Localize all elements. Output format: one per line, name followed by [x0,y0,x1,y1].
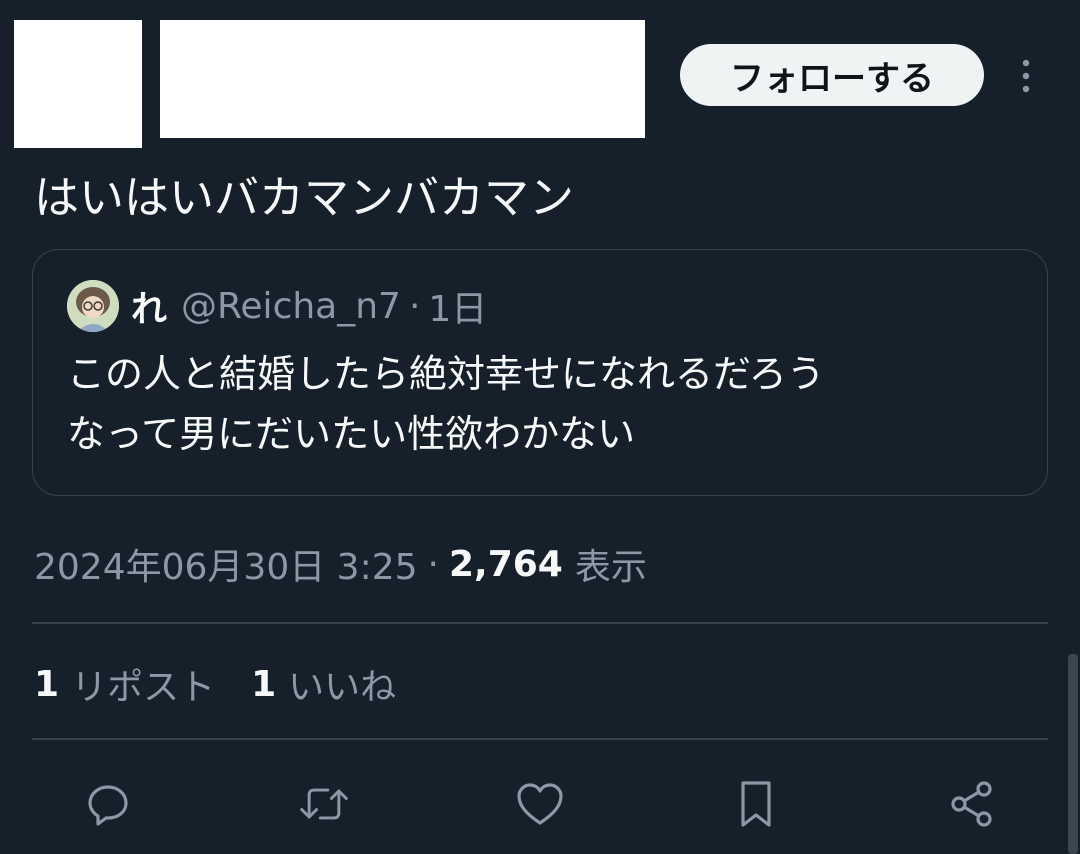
quote-author-handle[interactable]: @Reicha_n7 [181,286,401,327]
repost-icon[interactable] [298,778,350,830]
reply-icon[interactable] [82,778,134,830]
views-count: 2,764 [448,543,563,585]
share-icon[interactable] [946,778,998,830]
quote-avatar [67,280,119,332]
more-vertical-icon[interactable] [1012,56,1040,96]
quote-header: れ @Reicha_n7 · 1日 [131,278,487,334]
quote-text-line: なって男にだいたい性欲わかない [67,412,636,456]
tweet-text: はいはいバカマンバカマン [34,171,575,224]
scrollbar[interactable] [1068,654,1078,854]
bookmark-icon[interactable] [730,778,782,830]
redacted-user-name [160,20,645,138]
quote-separator: · [408,285,421,327]
tweet-meta: 2024年06月30日 3:25 · 2,764 表示 [34,536,647,592]
quote-tweet-card[interactable]: れ @Reicha_n7 · 1日 この人と結婚したら絶対幸せになれるだろう な… [32,249,1048,496]
likes-count[interactable]: 1 [251,664,276,705]
follow-button-label: フォローする [730,58,934,99]
divider [32,622,1048,624]
follow-button[interactable]: フォローする [680,44,984,106]
like-icon[interactable] [514,778,566,830]
reposts-label[interactable]: リポスト [71,658,215,710]
tweet-timestamp[interactable]: 2024年06月30日 3:25 [34,538,418,590]
quote-author-name[interactable]: れ [131,280,167,332]
likes-label[interactable]: いいね [288,658,396,710]
redacted-avatar [14,20,142,148]
quote-time: 1日 [428,289,488,330]
quote-text-line: この人と結婚したら絶対幸せになれるだろう [67,352,825,396]
meta-separator: · [427,543,439,585]
divider [32,738,1048,740]
views-label: 表示 [574,547,647,588]
reposts-count[interactable]: 1 [34,664,59,705]
quote-text: この人と結婚したら絶対幸せになれるだろう なって男にだいたい性欲わかない [67,344,1027,464]
engagement-stats: 1 リポスト 1 いいね [34,656,432,712]
